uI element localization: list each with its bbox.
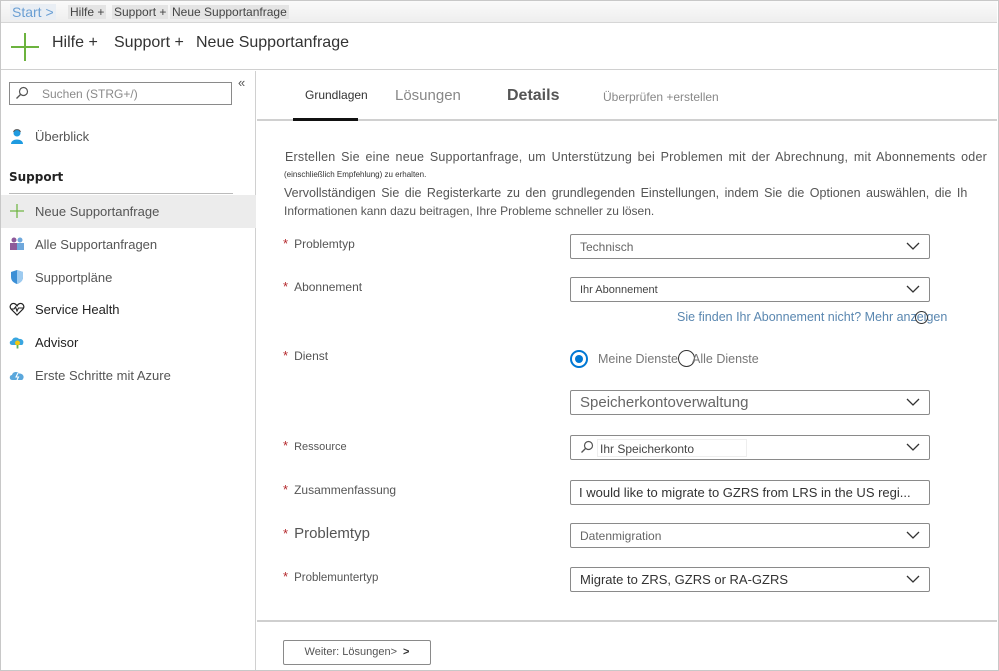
sidebar-item-label: Neue Supportanfrage bbox=[35, 204, 160, 219]
label-subscription: * Abonnement bbox=[283, 279, 363, 294]
intro-text-small: (einschließlich Empfehlung) zu erhalten. bbox=[284, 170, 427, 179]
shield-icon bbox=[11, 270, 23, 284]
cursor-circle-icon bbox=[915, 311, 928, 324]
required-marker: * bbox=[283, 569, 289, 584]
intro-text-1: Erstellen Sie eine neue Supportanfrage, … bbox=[285, 150, 987, 164]
sidebar-item-getting-started[interactable]: Erste Schritte mit Azure bbox=[1, 359, 256, 392]
tab-review-create[interactable]: Überprüfen +erstellen bbox=[603, 90, 719, 104]
problem-type-dropdown[interactable]: Technisch bbox=[570, 234, 930, 259]
breadcrumb: Start > Hilfe + Support + Neue Supportan… bbox=[1, 1, 997, 23]
sidebar-search-input[interactable]: Suchen (STRG+/) bbox=[9, 82, 232, 105]
required-marker: * bbox=[283, 279, 289, 294]
summary-input[interactable]: I would like to migrate to GZRS from LRS… bbox=[570, 480, 930, 505]
sidebar-item-label: Advisor bbox=[35, 335, 79, 350]
chevron-down-icon bbox=[906, 242, 920, 250]
label-problem-subtype: * Problemuntertyp bbox=[283, 569, 379, 584]
sidebar-item-label: Alle Supportanfragen bbox=[35, 237, 158, 252]
summary-value: I would like to migrate to GZRS from LRS… bbox=[579, 485, 911, 500]
section-title-support: Support bbox=[9, 170, 64, 184]
main-content: Grundlagen Lösungen Details Überprüfen +… bbox=[257, 71, 997, 670]
next-arrow-icon: > bbox=[403, 646, 410, 658]
label-problem-type-2: * Problemtyp bbox=[283, 525, 370, 542]
active-tab-indicator bbox=[293, 118, 358, 121]
dropdown-value: Ihr Abonnement bbox=[580, 284, 658, 296]
label-problem-type: * Problemtyp bbox=[283, 236, 355, 251]
page-title: Neue Supportanfrage bbox=[196, 34, 349, 51]
header-support: Support + bbox=[114, 34, 184, 51]
problem-subtype-dropdown[interactable]: Migrate to ZRS, GZRS or RA-GZRS bbox=[570, 567, 930, 592]
chevron-down-icon bbox=[906, 398, 920, 406]
footer-divider bbox=[257, 620, 997, 622]
plus-icon bbox=[11, 33, 39, 61]
breadcrumb-support[interactable]: Support + bbox=[112, 5, 169, 19]
sidebar-item-all-support-requests[interactable]: Alle Supportanfragen bbox=[1, 228, 256, 261]
radio-label-all-services[interactable]: Alle Dienste bbox=[692, 352, 759, 366]
label-resource: * Ressource bbox=[283, 438, 347, 453]
required-marker: * bbox=[283, 482, 289, 497]
label-summary: * Zusammenfassung bbox=[283, 482, 397, 497]
breadcrumb-neue-supportanfrage[interactable]: Neue Supportanfrage bbox=[170, 5, 289, 19]
label-service: * Dienst bbox=[283, 348, 329, 363]
chevron-down-icon bbox=[906, 575, 920, 583]
page-header: Hilfe + Support + Neue Supportanfrage bbox=[1, 23, 997, 70]
sidebar-item-support-plans[interactable]: Supportpläne bbox=[1, 261, 256, 294]
intro-text-2: Vervollständigen Sie die Registerkarte z… bbox=[284, 186, 968, 200]
resource-search-input[interactable]: Ihr Speicherkonto bbox=[597, 439, 747, 457]
breadcrumb-start[interactable]: Start > bbox=[10, 4, 56, 20]
required-marker: * bbox=[283, 526, 289, 541]
search-icon bbox=[16, 86, 29, 99]
tab-grundlagen[interactable]: Grundlagen bbox=[305, 88, 368, 102]
subscription-dropdown[interactable]: Ihr Abonnement bbox=[570, 277, 930, 302]
advisor-cloud-icon bbox=[9, 337, 24, 349]
sidebar-item-advisor[interactable]: Advisor bbox=[1, 326, 256, 359]
sidebar-item-service-health[interactable]: Service Health bbox=[1, 293, 256, 326]
chevron-down-icon bbox=[906, 285, 920, 293]
heart-pulse-icon bbox=[9, 302, 25, 316]
required-marker: * bbox=[283, 236, 289, 251]
header-hilfe: Hilfe + bbox=[52, 34, 98, 51]
radio-my-services[interactable] bbox=[570, 350, 588, 368]
chevron-down-icon bbox=[906, 443, 920, 451]
search-placeholder: Suchen (STRG+/) bbox=[42, 87, 138, 101]
sidebar-item-label: Service Health bbox=[35, 302, 120, 317]
tab-loesungen[interactable]: Lösungen bbox=[395, 87, 461, 104]
sidebar-item-new-support-request[interactable]: Neue Supportanfrage bbox=[1, 195, 256, 228]
section-divider bbox=[9, 193, 233, 194]
tab-bar: Grundlagen Lösungen Details Überprüfen +… bbox=[257, 71, 997, 121]
resource-dropdown[interactable]: Ihr Speicherkonto bbox=[570, 435, 930, 460]
dropdown-value: Migrate to ZRS, GZRS or RA-GZRS bbox=[580, 572, 789, 587]
radio-label-my-services[interactable]: Meine Dienste bbox=[598, 352, 678, 366]
problem-type-2-dropdown[interactable]: Datenmigration bbox=[570, 523, 930, 548]
service-radio-group: Meine Dienste Alle Dienste bbox=[570, 349, 870, 371]
collapse-sidebar-icon[interactable]: « bbox=[238, 75, 245, 90]
cloud-bolt-icon bbox=[9, 371, 24, 381]
overview-person-icon bbox=[11, 129, 23, 144]
sidebar-item-label: Erste Schritte mit Azure bbox=[35, 368, 171, 383]
sidebar-item-overview[interactable]: Überblick bbox=[1, 120, 256, 153]
plus-icon bbox=[10, 204, 24, 218]
chevron-down-icon bbox=[906, 531, 920, 539]
search-icon bbox=[581, 440, 594, 453]
service-dropdown[interactable]: Speicherkontoverwaltung bbox=[570, 390, 930, 415]
intro-text-3: Informationen kann dazu beitragen, Ihre … bbox=[284, 204, 655, 218]
required-marker: * bbox=[283, 438, 289, 453]
dropdown-value: Datenmigration bbox=[580, 529, 662, 543]
subscription-help-link[interactable]: Sie finden Ihr Abonnement nicht? Mehr an… bbox=[677, 310, 947, 324]
next-solutions-button[interactable]: Weiter: Lösungen> > bbox=[283, 640, 431, 665]
tab-details[interactable]: Details bbox=[507, 87, 559, 105]
sidebar-item-label: Überblick bbox=[35, 129, 90, 144]
dropdown-value: Technisch bbox=[580, 240, 634, 254]
support-requests-icon bbox=[10, 237, 24, 250]
breadcrumb-hilfe[interactable]: Hilfe + bbox=[68, 5, 107, 19]
sidebar: « Suchen (STRG+/) Überblick Support Neue… bbox=[1, 71, 256, 670]
required-marker: * bbox=[283, 348, 289, 363]
resource-value: Ihr Speicherkonto bbox=[600, 442, 695, 456]
dropdown-value: Speicherkontoverwaltung bbox=[580, 394, 749, 411]
sidebar-item-label: Supportpläne bbox=[35, 270, 113, 285]
